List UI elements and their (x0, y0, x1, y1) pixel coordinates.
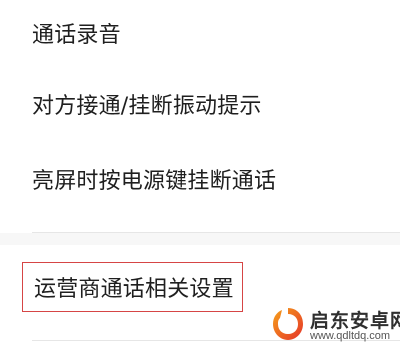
setting-item-label: 亮屏时按电源键挂断通话 (32, 169, 277, 194)
setting-item-power-key-hangup[interactable]: 亮屏时按电源键挂断通话 (0, 149, 400, 209)
watermark: 启东安卓网 www.qdltdq.com (268, 300, 400, 348)
settings-screen: 通话录音 对方接通/挂断振动提示 亮屏时按电源键挂断通话 运营商通话相关设置 启… (0, 0, 400, 350)
setting-item-label: 通话录音 (32, 23, 121, 48)
setting-item-call-recording[interactable]: 通话录音 (0, 3, 400, 63)
watermark-logo-icon (273, 308, 303, 340)
watermark-url: www.qdltdq.com (310, 330, 391, 342)
call-settings-group: 通话录音 对方接通/挂断振动提示 亮屏时按电源键挂断通话 (0, 0, 400, 232)
setting-item-label: 对方接通/挂断振动提示 (32, 94, 262, 119)
setting-item-label: 运营商通话相关设置 (34, 277, 234, 302)
watermark-title: 启东安卓网 (310, 310, 400, 332)
setting-item-connect-vibration[interactable]: 对方接通/挂断振动提示 (0, 74, 400, 134)
section-gap (0, 233, 400, 245)
